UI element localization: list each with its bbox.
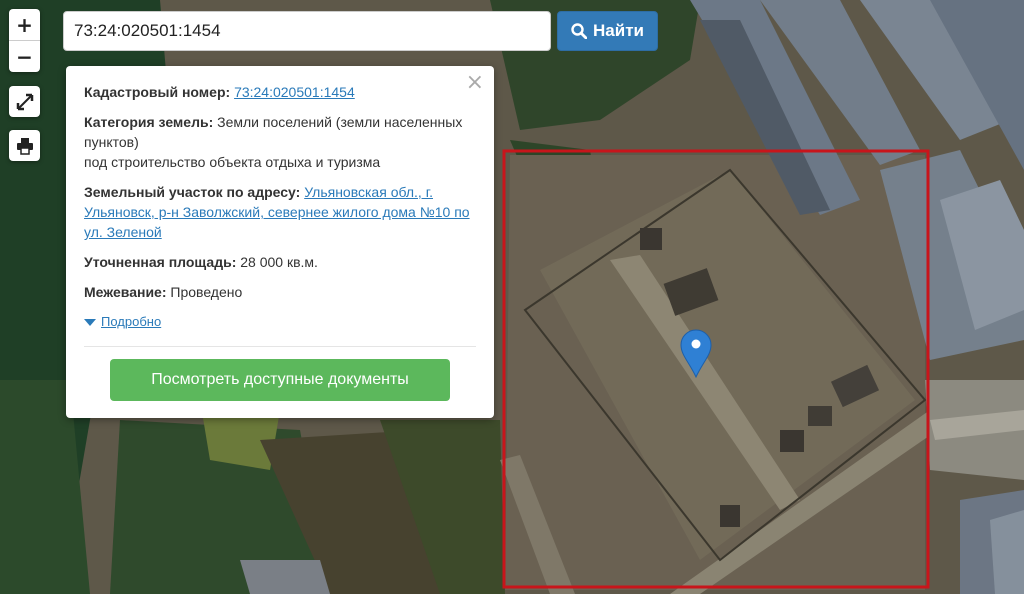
fullscreen-icon bbox=[16, 93, 33, 110]
zoom-in-button[interactable]: + bbox=[9, 9, 40, 40]
survey-row: Межевание: Проведено bbox=[84, 282, 476, 302]
address-label: Земельный участок по адресу: bbox=[84, 184, 301, 200]
close-icon[interactable]: × bbox=[466, 70, 484, 95]
zoom-control: + − bbox=[9, 9, 40, 72]
area-label: Уточненная площадь: bbox=[84, 254, 237, 270]
fullscreen-button[interactable] bbox=[9, 86, 40, 117]
land-category-row: Категория земель: Земли поселений (земли… bbox=[84, 112, 476, 172]
print-button[interactable] bbox=[9, 130, 40, 161]
land-category-label: Категория земель: bbox=[84, 114, 214, 130]
cadastral-number-label: Кадастровый номер: bbox=[84, 84, 231, 100]
print-control bbox=[9, 130, 40, 161]
view-documents-button[interactable]: Посмотреть доступные документы bbox=[110, 359, 450, 401]
details-toggle[interactable]: Подробно bbox=[84, 312, 476, 332]
area-row: Уточненная площадь: 28 000 кв.м. bbox=[84, 252, 476, 272]
print-icon bbox=[16, 137, 33, 155]
search-icon bbox=[571, 23, 588, 39]
chevron-down-icon bbox=[84, 319, 96, 327]
search-button[interactable]: Найти bbox=[557, 11, 658, 51]
survey-value: Проведено bbox=[170, 284, 243, 300]
address-row: Земельный участок по адресу: Ульяновская… bbox=[84, 182, 476, 242]
search-input[interactable] bbox=[63, 11, 551, 51]
divider bbox=[84, 346, 476, 347]
cadastral-number-row: Кадастровый номер: 73:24:020501:1454 bbox=[84, 82, 476, 102]
area-value: 28 000 кв.м. bbox=[240, 254, 318, 270]
survey-label: Межевание: bbox=[84, 284, 167, 300]
cadastral-number-link[interactable]: 73:24:020501:1454 bbox=[234, 84, 355, 100]
land-usage-value: под строительство объекта отдыха и туриз… bbox=[84, 154, 381, 170]
zoom-out-button[interactable]: − bbox=[9, 40, 40, 72]
fullscreen-control bbox=[9, 86, 40, 117]
parcel-info-popup: × Кадастровый номер: 73:24:020501:1454 К… bbox=[66, 66, 494, 418]
search-button-label: Найти bbox=[593, 21, 644, 40]
details-toggle-label: Подробно bbox=[101, 314, 162, 329]
